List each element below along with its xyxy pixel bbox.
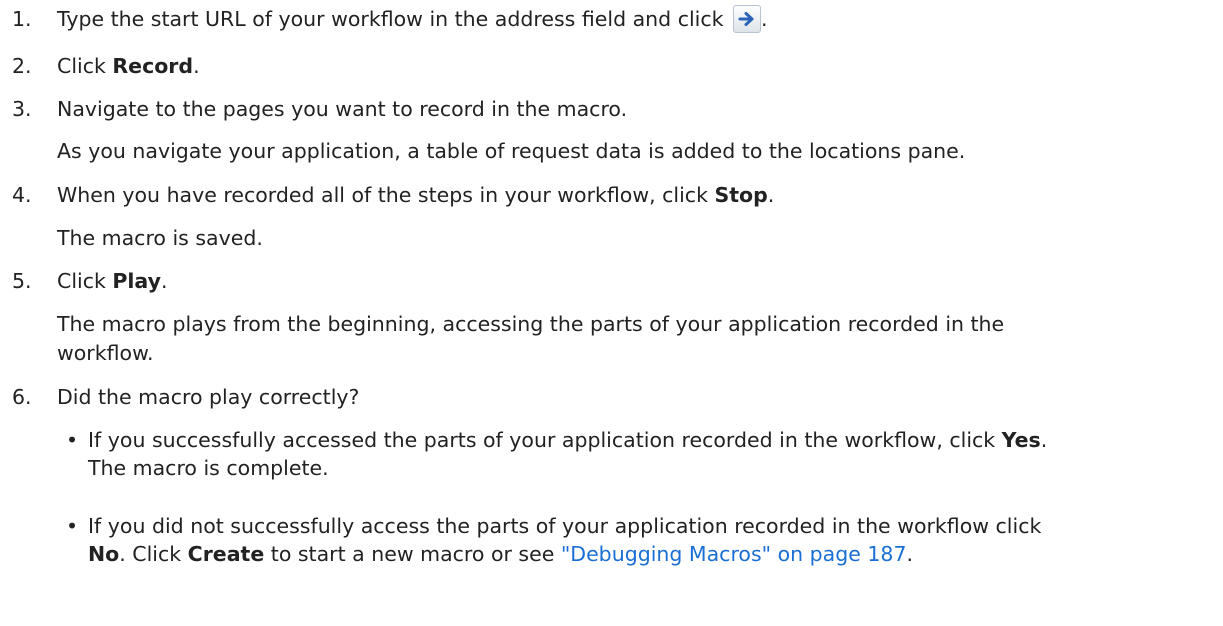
step-3-note: As you navigate your application, a tabl… (57, 139, 966, 163)
go-arrow-icon (733, 5, 762, 33)
ui-label-no: No (88, 542, 120, 566)
step-text: Click Play. (57, 269, 168, 293)
bullet-item-2: • If you did not successfully access the… (66, 512, 1218, 568)
step-text: Type the start URL of your workflow in t… (57, 5, 768, 33)
bullet-line-1: If you successfully accessed the parts o… (88, 428, 1048, 452)
bullet-glyph: • (66, 514, 79, 538)
bullet-line-1: If you did not successfully access the p… (88, 514, 1042, 538)
document-page: 1. Type the start URL of your workflow i… (0, 0, 1223, 626)
step-text: When you have recorded all of the steps … (57, 183, 775, 207)
step-number: 1. (12, 7, 32, 31)
debugging-macros-link[interactable]: "Debugging Macros" on page 187 (561, 542, 907, 566)
bullet-line-2: The macro is complete. (88, 456, 329, 480)
step-text: Click Record. (57, 54, 200, 78)
step-5-note-line-2: workflow. (57, 341, 154, 365)
bullet-glyph: • (66, 428, 79, 452)
step-4-note: The macro is saved. (57, 226, 263, 250)
ui-label-record: Record (112, 54, 194, 78)
bullet-line-2: No. Click Create to start a new macro or… (88, 542, 914, 566)
step-number: 4. (12, 183, 32, 207)
step-text: Did the macro play correctly? (57, 385, 360, 409)
step-number: 5. (12, 269, 32, 293)
ui-label-stop: Stop (714, 183, 768, 207)
bullet-item-1: • If you successfully accessed the parts… (66, 426, 1218, 482)
step-text: Navigate to the pages you want to record… (57, 97, 628, 121)
step-number: 3. (12, 97, 32, 121)
ui-label-yes: Yes (1001, 428, 1041, 452)
ui-label-play: Play (112, 269, 161, 293)
step-number: 6. (12, 385, 32, 409)
step-5-note-line-1: The macro plays from the beginning, acce… (57, 312, 1005, 336)
ui-label-create: Create (187, 542, 265, 566)
step-number: 2. (12, 54, 32, 78)
